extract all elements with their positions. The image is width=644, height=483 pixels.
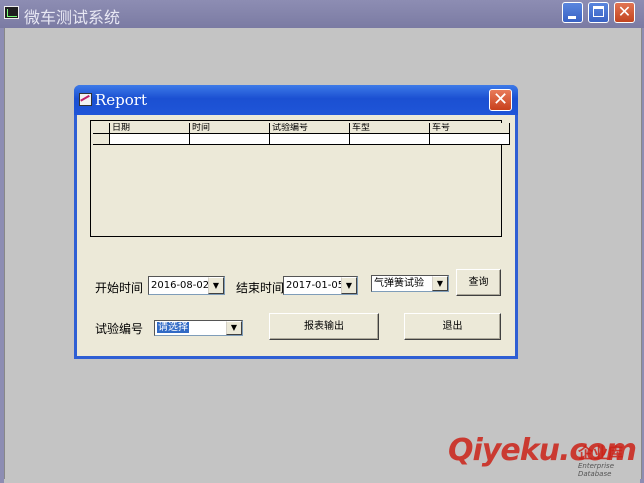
chevron-down-icon[interactable]: ▼	[432, 276, 448, 291]
grid-column-header[interactable]: 车型	[350, 123, 430, 134]
export-report-button[interactable]: 报表输出	[269, 313, 379, 340]
start-time-label: 开始时间	[95, 281, 144, 295]
chevron-down-icon[interactable]: ▼	[208, 277, 224, 294]
grid-cell[interactable]	[190, 134, 270, 145]
outer-window-titlebar[interactable]: 微车测试系统 ✕	[0, 0, 644, 28]
test-type-select[interactable]: 气弹簧试验 ▼	[371, 275, 449, 292]
grid-header-row: 日期 时间 试验编号 车型 车号	[93, 123, 510, 134]
chevron-down-icon[interactable]: ▼	[226, 321, 242, 335]
start-date-value: 2016-08-02	[151, 280, 210, 291]
outer-close-button[interactable]: ✕	[614, 2, 635, 23]
close-icon: ✕	[492, 89, 509, 110]
grid-column-header[interactable]: 试验编号	[270, 123, 350, 134]
grid-column-header[interactable]: 时间	[190, 123, 270, 134]
report-icon	[79, 93, 92, 106]
minimize-button[interactable]	[562, 2, 583, 23]
watermark-chinese: 企业库	[578, 444, 624, 462]
row-selector[interactable]	[93, 134, 110, 145]
watermark: Qiyeku.com 企业库 Enterprise Database	[448, 433, 638, 481]
report-dialog-title: Report	[95, 91, 148, 109]
end-date-value: 2017-01-05	[286, 280, 345, 291]
grid-corner-cell	[93, 123, 110, 134]
table-row[interactable]	[93, 134, 510, 145]
close-icon: ✕	[617, 2, 632, 21]
grid-column-header[interactable]: 日期	[110, 123, 190, 134]
outer-window-title: 微车测试系统	[24, 8, 121, 27]
test-number-label: 试验编号	[95, 322, 144, 336]
report-dialog-titlebar[interactable]: Report ✕	[74, 85, 518, 115]
app-icon	[4, 6, 19, 19]
watermark-english: Enterprise Database	[578, 462, 615, 478]
report-grid[interactable]: 日期 时间 试验编号 车型 车号	[90, 120, 510, 237]
grid-cell[interactable]	[430, 134, 510, 145]
report-dialog-body: 日期 时间 试验编号 车型 车号 开始时间 2016-08-02 ▼ 结束时间	[77, 115, 515, 356]
grid-cell[interactable]	[350, 134, 430, 145]
test-type-value: 气弹簧试验	[374, 278, 424, 289]
exit-button[interactable]: 退出	[404, 313, 501, 340]
report-dialog: Report ✕ 日期 时间 试验编号 车型 车号 开始时间 2016-08-0…	[74, 85, 518, 359]
chevron-down-icon[interactable]: ▼	[341, 277, 357, 294]
maximize-button[interactable]	[588, 2, 609, 23]
start-date-picker[interactable]: 2016-08-02 ▼	[148, 276, 225, 295]
grid-cell[interactable]	[270, 134, 350, 145]
report-close-button[interactable]: ✕	[489, 89, 512, 111]
test-number-value: 请选择	[157, 322, 189, 333]
end-time-label: 结束时间	[236, 281, 285, 295]
end-date-picker[interactable]: 2017-01-05 ▼	[283, 276, 358, 295]
grid-column-header[interactable]: 车号	[430, 123, 510, 134]
query-button[interactable]: 查询	[456, 269, 501, 296]
test-number-select[interactable]: 请选择 ▼	[154, 320, 243, 336]
grid-cell[interactable]	[110, 134, 190, 145]
